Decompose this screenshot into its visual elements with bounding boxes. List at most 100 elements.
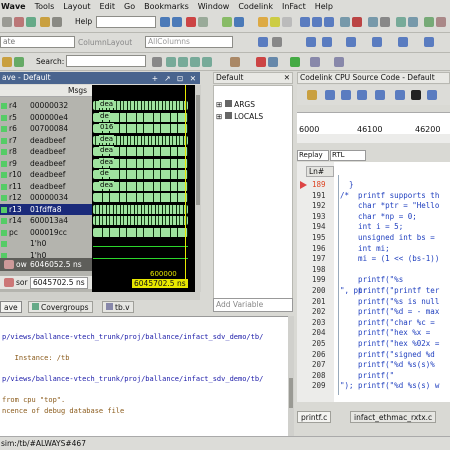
- source-line[interactable]: printf("hex %02x =: [340, 339, 439, 350]
- rtl-select[interactable]: RTL: [330, 150, 366, 161]
- zoom-cursor-icon[interactable]: [202, 57, 212, 67]
- signal-waveform[interactable]: [93, 204, 188, 214]
- signal-row[interactable]: r8 deadbeef: [0, 146, 92, 157]
- signal-waveform[interactable]: dea: [93, 134, 188, 145]
- search-input[interactable]: [66, 55, 146, 67]
- source-line[interactable]: printf("%d = - max: [340, 307, 439, 318]
- time-cursor-line[interactable]: [185, 85, 186, 280]
- wave-expand-icon[interactable]: [346, 37, 356, 47]
- menu-codelink[interactable]: Codelink: [238, 2, 273, 11]
- src-stop-icon[interactable]: [411, 90, 421, 100]
- wave-group-icon[interactable]: [398, 37, 408, 47]
- menu-infact[interactable]: InFact: [282, 2, 306, 11]
- print-icon[interactable]: [14, 17, 24, 27]
- menu-window[interactable]: Window: [198, 2, 230, 11]
- bookmark-icon[interactable]: [334, 57, 344, 67]
- wave-collapse-icon[interactable]: [372, 37, 382, 47]
- src-back-icon[interactable]: [325, 90, 335, 100]
- cursor-value[interactable]: 6045702.5 ns: [30, 277, 88, 289]
- signal-waveform[interactable]: de: [93, 111, 188, 122]
- tab-tbv[interactable]: tb.v: [102, 301, 134, 313]
- src-run-icon[interactable]: [427, 90, 437, 100]
- source-line[interactable]: printf("printf ter: [340, 286, 439, 297]
- restart-icon[interactable]: [270, 17, 280, 27]
- zoom-icon[interactable]: [340, 17, 350, 27]
- menu-wave[interactable]: Wave: [1, 2, 26, 11]
- redo-icon[interactable]: [172, 17, 182, 27]
- locals-item-args[interactable]: ⊞ ARGS: [216, 100, 255, 109]
- locals-item-locals[interactable]: ⊞ LOCALS: [216, 112, 263, 121]
- signal-row[interactable]: 1'h0: [0, 238, 92, 249]
- src-forward-icon[interactable]: [341, 90, 351, 100]
- cut-icon[interactable]: [40, 17, 50, 27]
- signal-row[interactable]: pc 000019cc: [0, 227, 92, 238]
- cursor-add-icon[interactable]: [230, 57, 240, 67]
- signal-row[interactable]: r11 deadbeef: [0, 181, 92, 192]
- signal-waveform[interactable]: 016: [93, 123, 188, 133]
- source-line[interactable]: mi = (1 << (bs-1)): [340, 254, 439, 265]
- wave-next-icon[interactable]: [322, 37, 332, 47]
- signal-waveform[interactable]: [93, 216, 188, 225]
- wave-divider-icon[interactable]: [424, 37, 434, 47]
- tab-infact-ethmac[interactable]: infact_ethmac_rxtx.c: [350, 411, 437, 423]
- source-line[interactable]: unsigned int bs =: [340, 233, 435, 244]
- tab-wave[interactable]: ave: [0, 301, 22, 313]
- source-line[interactable]: char *np = 0;: [340, 212, 417, 223]
- menu-help[interactable]: Help: [315, 2, 333, 11]
- break-icon[interactable]: [258, 17, 268, 27]
- signal-row[interactable]: r4 00000032: [0, 100, 92, 111]
- signal-row[interactable]: r7 deadbeef: [0, 135, 92, 146]
- save-icon[interactable]: [2, 17, 12, 27]
- undo-icon[interactable]: [160, 17, 170, 27]
- cursor-lock-icon[interactable]: [268, 57, 278, 67]
- src-step-icon[interactable]: [357, 90, 367, 100]
- step-out-icon[interactable]: [324, 17, 334, 27]
- layout-select-left[interactable]: ate: [0, 36, 75, 48]
- signal-waveform[interactable]: [93, 241, 188, 247]
- column-layout-select[interactable]: AllColumns: [145, 36, 233, 48]
- transcript-scroll-thumb[interactable]: [289, 378, 293, 408]
- wave-scrollbar[interactable]: [195, 85, 201, 292]
- continue-icon[interactable]: [282, 17, 292, 27]
- wave-icon[interactable]: [424, 17, 434, 27]
- step-over-icon[interactable]: [300, 17, 310, 27]
- zoom-in-icon[interactable]: [166, 57, 176, 67]
- expand-all-icon[interactable]: [310, 57, 320, 67]
- signal-row[interactable]: r5 000000e4: [0, 112, 92, 123]
- signal-waveform[interactable]: [93, 193, 188, 202]
- run-icon[interactable]: [222, 17, 232, 27]
- menu-layout[interactable]: Layout: [63, 2, 90, 11]
- source-line[interactable]: printf("%d %s(s) w: [340, 381, 439, 392]
- transcript-scrollbar[interactable]: [288, 316, 294, 436]
- step-into-icon[interactable]: [312, 17, 322, 27]
- source-line[interactable]: printf("hex %x =: [340, 328, 435, 339]
- signal-waveform[interactable]: [93, 227, 188, 237]
- add-variable-input[interactable]: Add Variable: [213, 298, 293, 312]
- panel-controls-icon[interactable]: + ↗ ⊡ ✕: [152, 73, 198, 84]
- signal-waveform[interactable]: dea: [93, 157, 188, 168]
- list-icon[interactable]: [408, 17, 418, 27]
- signal-waveform[interactable]: dea: [93, 100, 188, 110]
- wave-hscroll[interactable]: [0, 292, 200, 300]
- menu-edit[interactable]: Edit: [100, 2, 116, 11]
- signal-waveform[interactable]: dea: [93, 146, 188, 156]
- search-icon[interactable]: [152, 57, 162, 67]
- zoom-full-icon[interactable]: [190, 57, 200, 67]
- signal-row[interactable]: r6 00700084: [0, 123, 92, 134]
- source-line[interactable]: int mi;: [340, 244, 390, 255]
- cursor-del-icon[interactable]: [256, 57, 266, 67]
- source-line[interactable]: char *ptr = "Hello: [340, 201, 439, 212]
- tab-printf-c[interactable]: printf.c: [297, 411, 332, 423]
- help-search-field[interactable]: [96, 16, 156, 28]
- compile-icon[interactable]: [26, 17, 36, 27]
- marker-icon[interactable]: [352, 17, 362, 27]
- source-line[interactable]: }: [340, 180, 354, 191]
- signal-row[interactable]: r13 01fdffa8: [0, 203, 92, 215]
- wave-nav-icon[interactable]: [258, 37, 268, 47]
- wave-scroll-thumb[interactable]: [196, 95, 200, 205]
- step-icon[interactable]: [234, 17, 244, 27]
- replay-tab[interactable]: Replay: [297, 150, 329, 161]
- menu-bookmarks[interactable]: Bookmarks: [144, 2, 189, 11]
- copy-icon[interactable]: [52, 17, 62, 27]
- signal-row[interactable]: r14 600013a4: [0, 215, 92, 226]
